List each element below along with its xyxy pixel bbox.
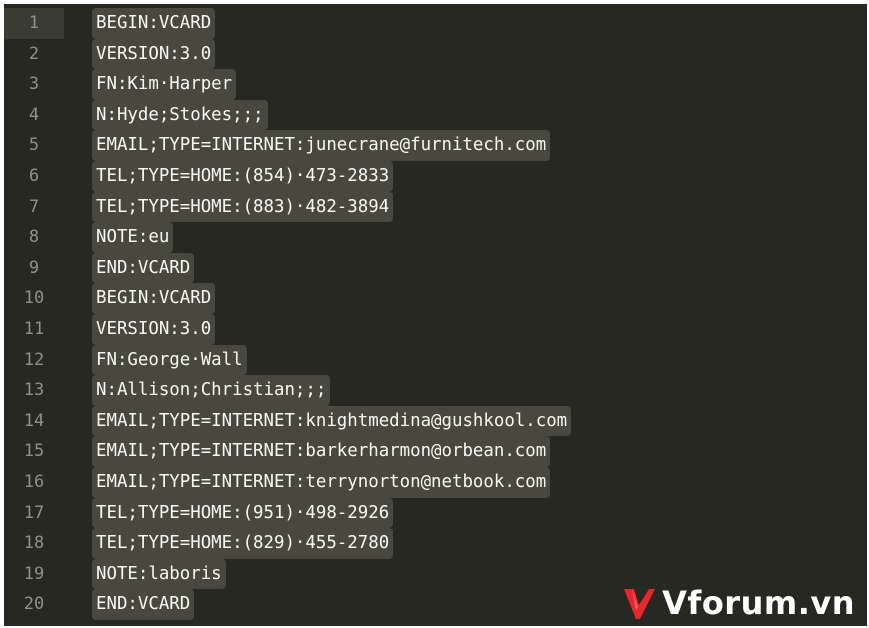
line-number: 20 xyxy=(23,594,45,615)
line-number: 11 xyxy=(23,319,45,339)
code-line[interactable]: TEL;TYPE=HOME:(951)·498-2926 xyxy=(92,497,394,529)
code-line[interactable]: FN:Kim·Harper xyxy=(92,69,237,100)
code-line[interactable]: TEL;TYPE=HOME:(883)·482-3894 xyxy=(92,191,394,223)
line-number: 13 xyxy=(23,380,45,401)
line-number: 4 xyxy=(28,104,40,125)
code-editor[interactable]: 1 BEGIN:VCARD 2 VERSION:3.0 3 FN:Kim·Harper 4 N… xyxy=(4,4,867,626)
line-number: 7 xyxy=(28,196,40,217)
code-line[interactable]: END:VCARD xyxy=(92,252,195,284)
line-number: 8 xyxy=(28,227,40,248)
line-number: 10 xyxy=(23,288,45,309)
line-number: 2 xyxy=(28,43,40,64)
watermark-logo: Vforum.vn xyxy=(622,584,855,622)
line-number: 12 xyxy=(23,349,45,370)
watermark-text: Vforum.vn xyxy=(662,584,855,622)
line-number: 18 xyxy=(23,533,45,554)
line-number: 16 xyxy=(23,472,45,492)
code-line[interactable]: NOTE:eu xyxy=(92,222,174,253)
line-number: 15 xyxy=(23,441,45,462)
line-number: 1 xyxy=(28,13,40,33)
line-number: 19 xyxy=(23,563,45,584)
code-line[interactable]: TEL;TYPE=HOME:(854)·473-2833 xyxy=(92,161,394,192)
code-line[interactable]: EMAIL;TYPE=INTERNET:junecrane@furnitech.… xyxy=(92,130,551,161)
line-number: 6 xyxy=(28,166,40,186)
line-number: 14 xyxy=(23,410,45,431)
code-line[interactable]: N:Allison;Christian;;; xyxy=(92,375,331,406)
line-number: 5 xyxy=(28,135,40,156)
v-check-logo-icon xyxy=(622,585,656,621)
code-line[interactable]: NOTE:laboris xyxy=(92,558,226,590)
code-line[interactable]: VERSION:3.0 xyxy=(92,38,216,70)
code-line[interactable]: BEGIN:VCARD xyxy=(92,8,216,39)
line-number: 17 xyxy=(23,502,45,523)
line-number: 9 xyxy=(28,257,40,278)
code-line[interactable]: EMAIL;TYPE=INTERNET:terrynorton@netbook.… xyxy=(92,467,551,498)
code-line[interactable]: EMAIL;TYPE=INTERNET:barkerharmon@orbean.… xyxy=(92,436,551,467)
code-line[interactable]: VERSION:3.0 xyxy=(92,314,216,345)
code-line[interactable]: END:VCARD xyxy=(92,589,195,620)
code-line[interactable]: EMAIL;TYPE=INTERNET:knightmedina@gushkoo… xyxy=(92,405,572,437)
code-line[interactable]: BEGIN:VCARD xyxy=(92,283,216,314)
code-line[interactable]: FN:George·Wall xyxy=(92,344,247,376)
line-number: 3 xyxy=(28,74,40,95)
code-line[interactable]: N:Hyde;Stokes;;; xyxy=(92,99,268,131)
code-line[interactable]: TEL;TYPE=HOME:(829)·455-2780 xyxy=(92,528,394,559)
